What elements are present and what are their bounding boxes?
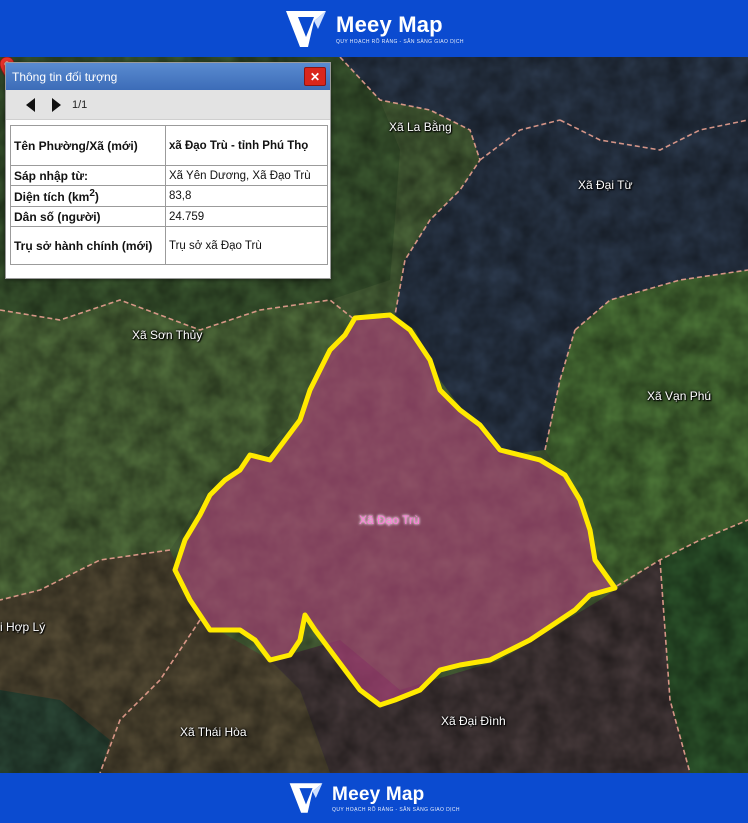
brand-logo: Meey Map QUY HOẠCH RÕ RÀNG - SẴN SÀNG GI…	[284, 7, 464, 51]
top-brand-bar: Meey Map QUY HOẠCH RÕ RÀNG - SẴN SÀNG GI…	[0, 0, 748, 57]
object-info-panel: Thông tin đối tượng ✕ 1/1 Tên Phường/Xã …	[5, 62, 331, 279]
row-value: Xã Yên Dương, Xã Đạo Trù	[165, 165, 328, 186]
row-key: Tên Phường/Xã (mới)	[10, 125, 166, 166]
table-row: Diện tích (km2) 83,8	[10, 185, 328, 207]
panel-title: Thông tin đối tượng	[12, 69, 118, 84]
place-label-dao-tru: Xã Đạo Trù	[359, 513, 420, 527]
place-label-la-bang: Xã La Bằng	[389, 120, 452, 134]
next-button[interactable]	[46, 95, 66, 115]
table-row: Sáp nhập từ: Xã Yên Dương, Xã Đạo Trù	[10, 165, 328, 186]
row-value: 24.759	[165, 206, 328, 227]
arrow-left-icon	[25, 97, 35, 112]
row-key-text: Diện tích (km	[14, 190, 90, 204]
row-value: xã Đạo Trù - tỉnh Phú Thọ	[165, 125, 328, 166]
table-row: Trụ sở hành chính (mới) Trụ sở xã Đạo Tr…	[10, 226, 328, 265]
panel-pager: 1/1	[6, 90, 330, 120]
pager-count: 1/1	[72, 98, 88, 111]
row-value: 83,8	[165, 185, 328, 207]
row-key: Sáp nhập từ:	[10, 165, 166, 186]
place-label-thai-hoa: Xã Thái Hòa	[180, 725, 247, 739]
arrow-right-icon	[51, 97, 61, 112]
place-label-hop-ly: i Hợp Lý	[0, 620, 46, 634]
row-key: Trụ sở hành chính (mới)	[10, 226, 166, 265]
brand-name: Meey Map	[336, 11, 443, 37]
place-label-van-phu: Xã Vạn Phú	[647, 389, 712, 403]
close-button[interactable]: ✕	[304, 67, 326, 86]
panel-header: Thông tin đối tượng ✕	[6, 63, 330, 90]
meey-logo-icon	[286, 10, 327, 47]
place-label-son-thuy: Xã Sơn Thủy	[132, 328, 203, 342]
row-key: Diện tích (km2)	[10, 185, 166, 207]
meey-logo-icon	[289, 783, 323, 813]
table-row: Dân số (người) 24.759	[10, 206, 328, 227]
place-label-dai-tu: Xã Đại Từ	[578, 178, 633, 192]
brand-tagline: QUY HOẠCH RÕ RÀNG - SẴN SÀNG GIAO DỊCH	[336, 38, 464, 45]
row-value: Trụ sở xã Đạo Trù	[165, 226, 328, 265]
bottom-brand-bar: Meey Map QUY HOẠCH RÕ RÀNG - SẴN SÀNG GI…	[0, 773, 748, 823]
row-key: Dân số (người)	[10, 206, 166, 227]
brand-logo-bottom: Meey Map QUY HOẠCH RÕ RÀNG - SẴN SÀNG GI…	[288, 780, 460, 816]
place-label-dai-dinh: Xã Đại Đình	[441, 714, 506, 728]
brand-name: Meey Map	[332, 783, 425, 805]
brand-tagline: QUY HOẠCH RÕ RÀNG - SẴN SÀNG GIAO DỊCH	[332, 806, 460, 813]
table-row: Tên Phường/Xã (mới) xã Đạo Trù - tỉnh Ph…	[10, 125, 328, 166]
previous-button[interactable]	[20, 95, 40, 115]
row-key-tail: )	[94, 190, 99, 204]
info-table: Tên Phường/Xã (mới) xã Đạo Trù - tỉnh Ph…	[10, 125, 328, 265]
